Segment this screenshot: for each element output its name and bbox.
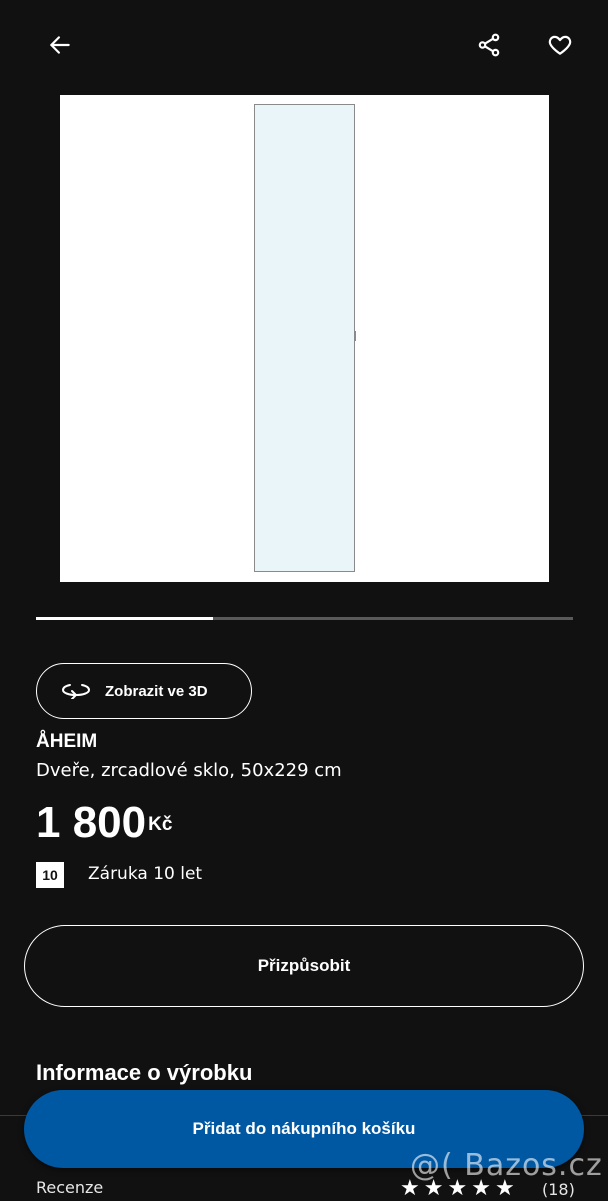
product-name: ÅHEIM	[36, 731, 98, 752]
view-3d-label: Zobrazit ve 3D	[105, 682, 208, 700]
arrow-left-icon	[47, 32, 73, 62]
watermark: @( Bazos.cz	[410, 1148, 603, 1183]
reviews-label[interactable]: Recenze	[36, 1178, 103, 1197]
gallery-progress-fill	[36, 617, 214, 620]
product-image[interactable]	[60, 95, 549, 582]
top-bar	[0, 0, 608, 94]
share-button[interactable]	[465, 23, 513, 71]
back-button[interactable]	[36, 23, 84, 71]
rotate-3d-icon	[61, 679, 91, 703]
gallery-progress-track	[36, 617, 573, 620]
heart-outline-icon	[547, 32, 573, 62]
share-icon	[476, 32, 502, 62]
warranty-text: Záruka 10 let	[88, 864, 203, 884]
warranty-badge: 10	[36, 862, 64, 888]
favorite-button[interactable]	[536, 23, 584, 71]
price-currency: Kč	[148, 814, 173, 835]
mirror-door-illustration	[254, 104, 356, 572]
product-price: 1 800 Kč	[36, 798, 172, 848]
view-3d-button[interactable]: Zobrazit ve 3D	[36, 663, 252, 719]
price-value: 1 800	[36, 798, 147, 847]
product-description: Dveře, zrcadlové sklo, 50x229 cm	[36, 760, 342, 781]
customize-button[interactable]: Přizpůsobit	[24, 925, 584, 1007]
product-info-heading[interactable]: Informace o výrobku	[36, 1060, 252, 1086]
